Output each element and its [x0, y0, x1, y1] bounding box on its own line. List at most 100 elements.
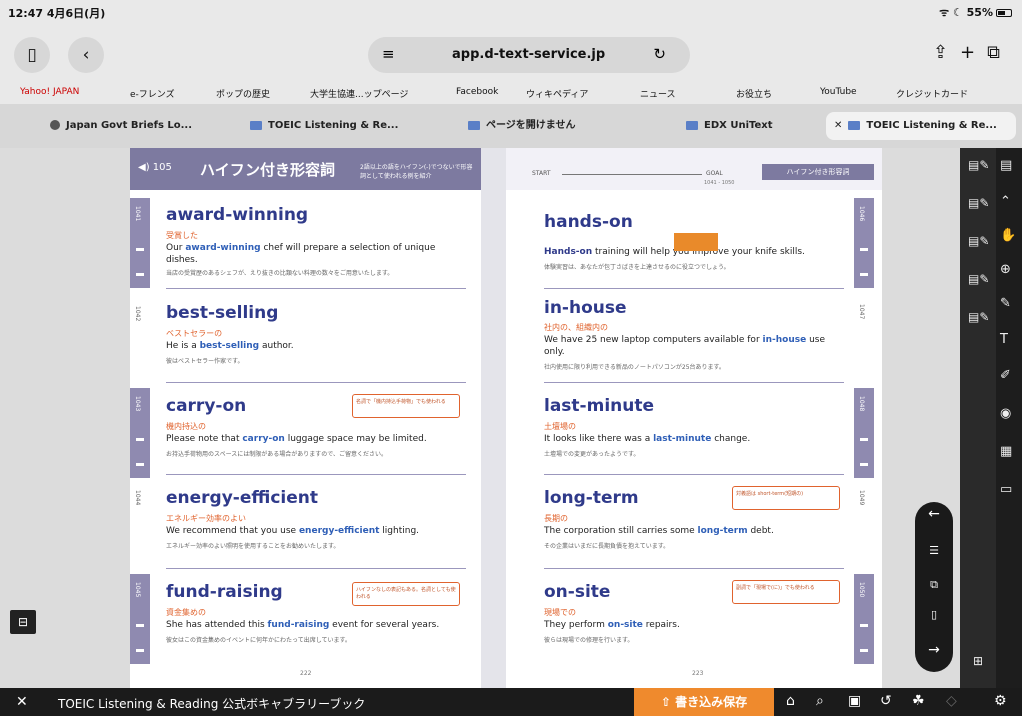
- bookmark-yahoo[interactable]: Yahoo! JAPAN: [20, 87, 79, 97]
- list-item[interactable]: 1043 carry-on 名詞で「機内持込手荷物」でも使われる 機内持込の P…: [130, 388, 481, 478]
- close-tab-icon[interactable]: ✕: [834, 120, 842, 131]
- entry-translation: お持込手荷物用のスペースには制限がある場合がありますので、ご留意ください。: [166, 451, 388, 458]
- left-page: ◀) 105 ハイフン付き形容詞 2語以上の語をハイフン(-)でつないで形容詞と…: [130, 148, 481, 688]
- tab-toeic-1[interactable]: TOEIC Listening & Re...: [250, 112, 398, 140]
- panel-toggle-button[interactable]: ⊟: [10, 610, 36, 634]
- entry-word: hands-on: [544, 212, 633, 232]
- list-item[interactable]: long-term 対義語は short-term(短期の) 長期の The c…: [506, 482, 882, 572]
- section-title: ハイフン付き形容詞: [200, 161, 336, 179]
- entry-meaning: 機内持込の: [166, 422, 206, 431]
- tab-edx-unitext[interactable]: EDX UniText: [686, 112, 773, 140]
- entry-word: carry-on: [166, 396, 247, 416]
- page-view-icon[interactable]: ▣: [848, 693, 861, 709]
- entry-translation: 彼女はこの資金集めのイベントに何年かにわたって出席しています。: [166, 637, 351, 644]
- entry-meaning: 社内の、組織内の: [544, 323, 608, 332]
- close-icon[interactable]: ✕: [16, 694, 28, 710]
- tabs-overview-icon[interactable]: ⧉: [987, 42, 1012, 63]
- text-tool-icon[interactable]: T: [1000, 332, 1018, 356]
- back-button[interactable]: ‹: [68, 37, 104, 73]
- page-menu-icon[interactable]: ≡: [382, 45, 395, 63]
- bookmark-facebook[interactable]: Facebook: [456, 87, 498, 97]
- entry-meaning: 資金集めの: [166, 608, 206, 617]
- entry-sentence: We have 25 new laptop computers availabl…: [544, 335, 825, 357]
- back-arrow-icon[interactable]: ←: [924, 506, 944, 526]
- pen-icon[interactable]: ✎: [1000, 296, 1018, 320]
- pin-icon[interactable]: ◉: [1000, 406, 1018, 430]
- forward-arrow-icon[interactable]: →: [924, 642, 944, 662]
- entry-word: best-selling: [166, 303, 279, 323]
- spread-view-icon[interactable]: ▯: [924, 608, 944, 628]
- bookmark-efriends[interactable]: e-フレンズ: [130, 87, 175, 100]
- divider: [166, 382, 466, 383]
- address-bar[interactable]: ≡ app.d-text-service.jp ↻: [368, 37, 690, 73]
- tab-japan-govt[interactable]: Japan Govt Briefs Lo...: [50, 112, 192, 140]
- entry-sentence: Our award-winning chef will prepare a se…: [166, 243, 436, 265]
- layers-icon[interactable]: ◇: [946, 693, 957, 709]
- sidebar-icon: ▯: [27, 45, 37, 65]
- entry-meaning: 受賞した: [166, 231, 198, 240]
- bookmark-youtube[interactable]: YouTube: [820, 87, 857, 97]
- list-item[interactable]: 1045 fund-raising ハイフンなしの表記もある。名詞としても使われ…: [130, 574, 481, 664]
- page-number-left: 222: [300, 670, 312, 677]
- bookmark-wikipedia[interactable]: ウィキペディア: [526, 87, 588, 100]
- tab-favicon: [686, 120, 698, 130]
- left-page-header: ◀) 105 ハイフン付き形容詞 2語以上の語をハイフン(-)でつないで形容詞と…: [130, 148, 481, 190]
- battery-percent: 55%: [966, 6, 993, 19]
- entry-meaning: ベストセラーの: [166, 329, 223, 338]
- marker-icon[interactable]: ✐: [1000, 368, 1018, 392]
- share-icon[interactable]: ⇪: [933, 42, 960, 63]
- list-item[interactable]: on-site 副詞で「現場で(に)」でも使われる 現場での They perf…: [506, 574, 882, 664]
- divider: [544, 474, 844, 475]
- list-item[interactable]: 1044 energy-efficient エネルギー効率のよい We reco…: [130, 482, 481, 572]
- divider: [166, 474, 466, 475]
- reload-icon[interactable]: ↻: [653, 45, 666, 63]
- bookmark-creditcard[interactable]: クレジットカード: [896, 87, 968, 100]
- page-jump-icon[interactable]: ⧉: [924, 578, 944, 598]
- entry-word: last-minute: [544, 396, 655, 416]
- right-page-header: START GOAL 1041 - 1050 ハイフン付き形容詞: [506, 148, 882, 190]
- bookmarks-bar: Yahoo! JAPAN e-フレンズ ポップの歴史 大学生協連...ップページ…: [0, 82, 1022, 104]
- hand-icon[interactable]: ✋: [1000, 228, 1018, 252]
- list-item[interactable]: last-minute 土壇場の It looks like there was…: [506, 388, 882, 478]
- zoom-in-icon[interactable]: ⊕: [1000, 262, 1018, 286]
- bookmark-icon[interactable]: ⌂: [786, 693, 795, 709]
- memo-icon[interactable]: ▦: [1000, 444, 1018, 468]
- bookmark-univcoop[interactable]: 大学生協連...ップページ: [310, 87, 408, 100]
- eraser-icon[interactable]: ▭: [1000, 482, 1018, 506]
- entry-side-marker: 1041: [130, 198, 150, 288]
- share-nodes-icon[interactable]: ☘: [912, 693, 925, 709]
- bookmark-pen-icon[interactable]: ▤✎: [968, 272, 989, 290]
- back-arrow-icon: ‹: [82, 45, 90, 65]
- book-gutter: [481, 148, 506, 688]
- tab-page-error[interactable]: ページを開けません: [468, 112, 576, 140]
- list-item[interactable]: 1041 award-winning 受賞した Our award-winnin…: [130, 198, 481, 288]
- bookmark-pen-icon[interactable]: ▤✎: [968, 310, 989, 328]
- sidebar-toggle-button[interactable]: ▯: [14, 37, 50, 73]
- bookmark-news[interactable]: ニュース: [640, 87, 676, 100]
- tab-toeic-active[interactable]: ✕ TOEIC Listening & Re...: [826, 112, 1016, 140]
- map-icon[interactable]: ⊞: [968, 654, 988, 672]
- bookmark-pop-history[interactable]: ポップの歴史: [216, 87, 270, 100]
- list-item[interactable]: in-house 社内の、組織内の We have 25 new laptop …: [506, 296, 882, 386]
- search-icon[interactable]: ⌕: [816, 693, 824, 709]
- entry-translation: 社内使用に限り利用できる新品のノートパソコンが25台あります。: [544, 364, 725, 371]
- audio-track-number[interactable]: ◀) 105: [138, 162, 172, 173]
- chevron-up-icon[interactable]: ⌃: [1000, 194, 1018, 218]
- bookmark-pen-icon[interactable]: ▤✎: [968, 196, 989, 214]
- save-annotations-button[interactable]: ⇧ 書き込み保存: [634, 688, 774, 716]
- bookmark-pen-icon[interactable]: ▤✎: [968, 158, 989, 176]
- note-tool-icon[interactable]: ▤: [1000, 158, 1018, 182]
- list-item[interactable]: 1042 best-selling ベストセラーの He is a best-s…: [130, 298, 481, 388]
- history-icon[interactable]: ↺: [880, 693, 892, 709]
- bookmark-pen-icon[interactable]: ▤✎: [968, 234, 989, 252]
- list-icon[interactable]: ☰: [924, 544, 944, 564]
- tab-favicon: [848, 120, 861, 130]
- bookmark-useful[interactable]: お役立ち: [736, 87, 772, 100]
- entry-side-marker: 1042: [130, 298, 150, 388]
- highlight-marker[interactable]: [674, 233, 718, 251]
- entry-side-marker: 1044: [130, 482, 150, 572]
- settings-icon[interactable]: ⚙: [994, 693, 1007, 709]
- new-tab-icon[interactable]: +: [960, 42, 987, 63]
- globe-icon: [50, 120, 60, 130]
- status-time: 12:47 4月6日(月): [8, 7, 106, 20]
